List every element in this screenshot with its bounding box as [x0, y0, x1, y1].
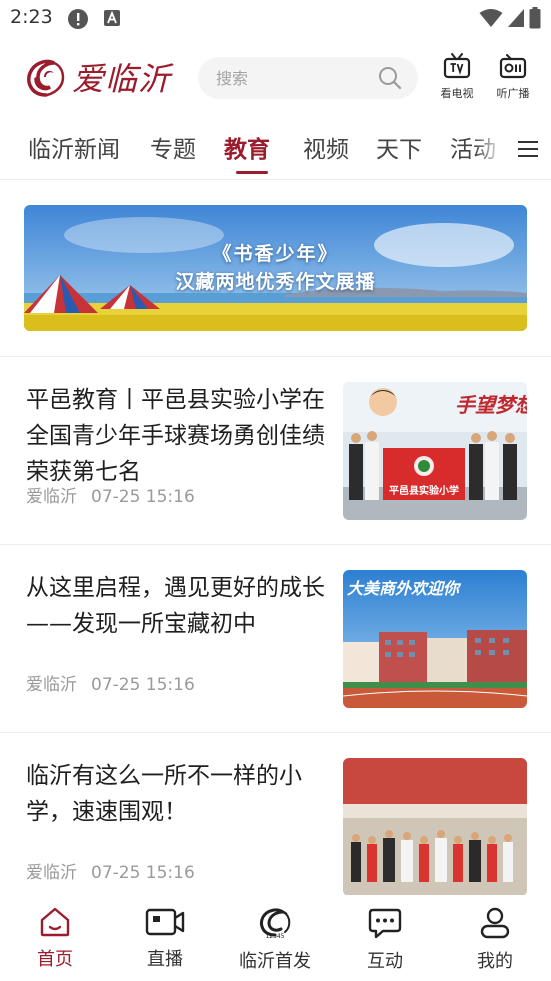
swirl-logo-icon	[27, 59, 65, 97]
news-list-item[interactable]: 临沂有这么一所不一样的小学，速速围观！ 爱临沂 07-25 15:16	[0, 734, 551, 895]
home-icon	[40, 907, 70, 937]
nav-home-label: 首页	[37, 949, 73, 970]
status-bar: 2:23	[0, 0, 551, 38]
article-meta: 爱临沂 07-25 15:16	[26, 482, 195, 507]
article-thumbnail	[343, 758, 527, 895]
tab-education[interactable]: 教育	[224, 130, 270, 164]
nav-linyi-first[interactable]: 12345 临沂首发	[230, 907, 320, 973]
banner-title: 《书香少年》	[212, 243, 339, 265]
handball-team-photo: 手望梦想 平邑县实验小学	[343, 382, 527, 520]
banner-school-name: 平邑县实验小学	[389, 484, 459, 497]
thumbnail-caption: 大美商外欢迎你	[347, 579, 462, 598]
channel-menu-button[interactable]	[504, 120, 551, 178]
news-list-item[interactable]: 平邑教育丨平邑县实验小学在全国青少年手球赛场勇创佳绩荣获第七名 爱临沂 07-25…	[0, 358, 551, 528]
wifi-icon	[479, 9, 503, 27]
news-list-item[interactable]: 从这里启程，遇见更好的成长——发现一所宝藏初中 爱临沂 07-25 15:16	[0, 546, 551, 716]
bottom-navigation: 首页 直播 12345 临沂首发 互动 我的	[0, 895, 551, 981]
nav-linyi-first-label: 临沂首发	[239, 951, 311, 972]
linyi-logo-icon: 12345	[260, 908, 291, 940]
channel-tabs: 临沂新闻 专题 教育 视频 天下 活动	[0, 120, 551, 178]
font-icon	[104, 10, 120, 26]
article-source: 爱临沂	[26, 863, 77, 883]
listen-radio-label: 听广播	[496, 87, 530, 100]
tv-icon	[443, 53, 471, 79]
listen-radio-button[interactable]: 听广播	[486, 52, 540, 101]
logo-text: 爱临沂	[72, 60, 172, 98]
tab-world[interactable]: 天下	[376, 130, 422, 164]
nav-interact[interactable]: 互动	[340, 907, 430, 973]
school-students-photo	[343, 758, 527, 895]
nav-live[interactable]: 直播	[120, 907, 210, 971]
article-time: 07-25 15:16	[91, 487, 195, 507]
article-time: 07-25 15:16	[91, 863, 195, 883]
app-header: 爱临沂 看电视 听广播	[0, 46, 551, 110]
article-source: 爱临沂	[26, 487, 77, 507]
featured-banner[interactable]: 《书香少年》 汉藏两地优秀作文展播	[24, 205, 527, 331]
thumbnail-caption: 手望梦想	[455, 393, 527, 417]
tab-topics[interactable]: 专题	[150, 130, 196, 164]
nav-home[interactable]: 首页	[10, 907, 100, 971]
chat-bubble-icon	[368, 908, 402, 939]
school-campus-photo: 大美商外欢迎你	[343, 570, 527, 708]
search-box[interactable]	[198, 57, 418, 99]
nav-profile[interactable]: 我的	[450, 907, 540, 973]
watch-tv-label: 看电视	[440, 87, 474, 100]
nav-profile-label: 我的	[477, 951, 513, 972]
status-indicators	[479, 7, 541, 29]
search-icon[interactable]	[378, 66, 402, 90]
article-time: 07-25 15:16	[91, 675, 195, 695]
tab-linyi-news[interactable]: 临沂新闻	[28, 130, 120, 164]
article-source: 爱临沂	[26, 675, 77, 695]
status-time: 2:23	[10, 6, 53, 28]
article-meta: 爱临沂 07-25 15:16	[26, 858, 195, 883]
article-title: 平邑教育丨平邑县实验小学在全国青少年手球赛场勇创佳绩荣获第七名	[26, 387, 325, 485]
active-tab-indicator	[236, 171, 268, 174]
battery-icon	[529, 7, 541, 29]
user-icon	[480, 907, 510, 939]
article-thumbnail: 大美商外欢迎你	[343, 570, 527, 708]
alert-icon	[68, 9, 88, 29]
signal-icon	[508, 9, 524, 27]
nav-interact-label: 互动	[367, 951, 403, 972]
watch-tv-button[interactable]: 看电视	[430, 52, 484, 101]
article-thumbnail: 手望梦想 平邑县实验小学	[343, 382, 527, 520]
video-camera-icon	[145, 908, 185, 936]
article-title: 从这里启程，遇见更好的成长——发现一所宝藏初中	[26, 575, 325, 637]
tab-video[interactable]: 视频	[303, 130, 349, 164]
article-title: 临沂有这么一所不一样的小学，速速围观！	[26, 763, 302, 825]
banner-subtitle: 汉藏两地优秀作文展播	[175, 271, 376, 293]
article-meta: 爱临沂 07-25 15:16	[26, 670, 195, 695]
hamburger-menu-icon	[517, 141, 538, 157]
app-logo[interactable]: 爱临沂	[24, 54, 171, 100]
search-input[interactable]	[216, 57, 376, 99]
radio-icon	[499, 54, 527, 79]
nav-logo-number: 12345	[265, 933, 284, 939]
nav-live-label: 直播	[147, 949, 183, 970]
